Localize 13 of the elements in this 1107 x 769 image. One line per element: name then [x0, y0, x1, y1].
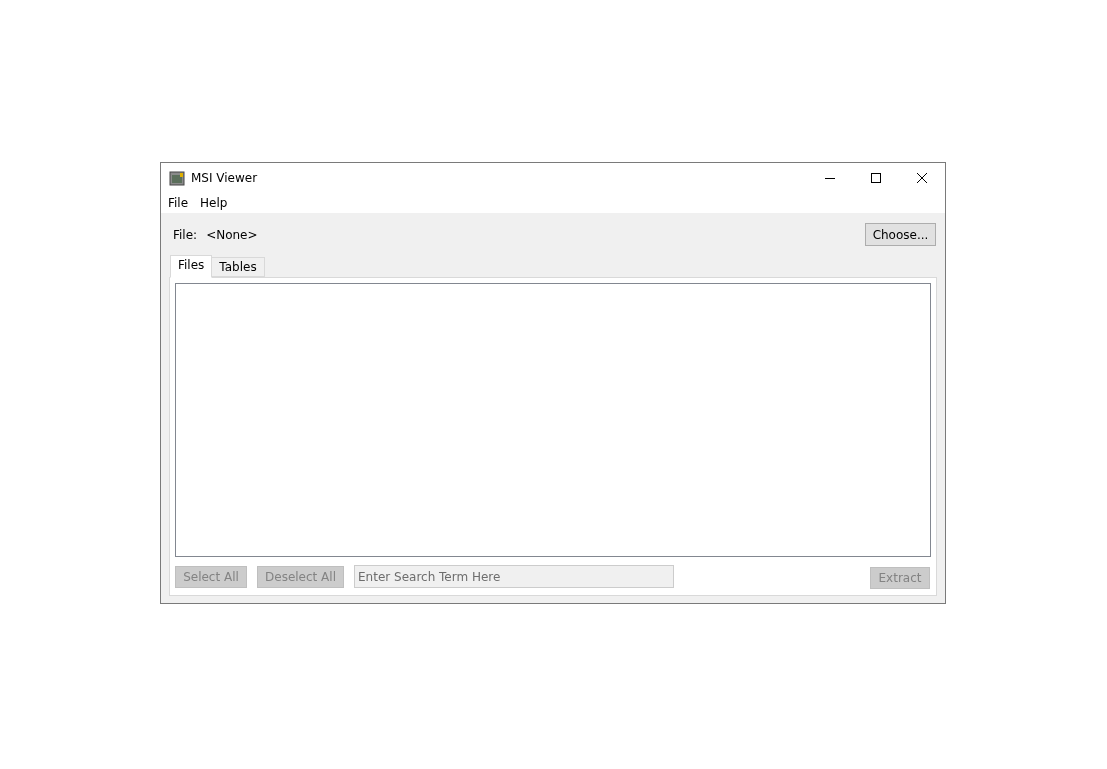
choose-button[interactable]: Choose...: [865, 223, 936, 246]
menu-item[interactable]: File: [162, 193, 195, 213]
file-list[interactable]: [175, 283, 931, 557]
window-title: MSI Viewer: [191, 170, 258, 187]
minimize-icon: [825, 177, 835, 179]
tab[interactable]: Tables: [211, 257, 265, 277]
app-icon: [169, 170, 185, 186]
maximize-icon: [871, 173, 881, 183]
menu-item[interactable]: Help: [194, 193, 234, 213]
file-label: File:: [173, 226, 198, 244]
close-icon: [917, 173, 927, 183]
tab[interactable]: Files: [170, 255, 213, 278]
file-value: <None>: [206, 226, 258, 244]
